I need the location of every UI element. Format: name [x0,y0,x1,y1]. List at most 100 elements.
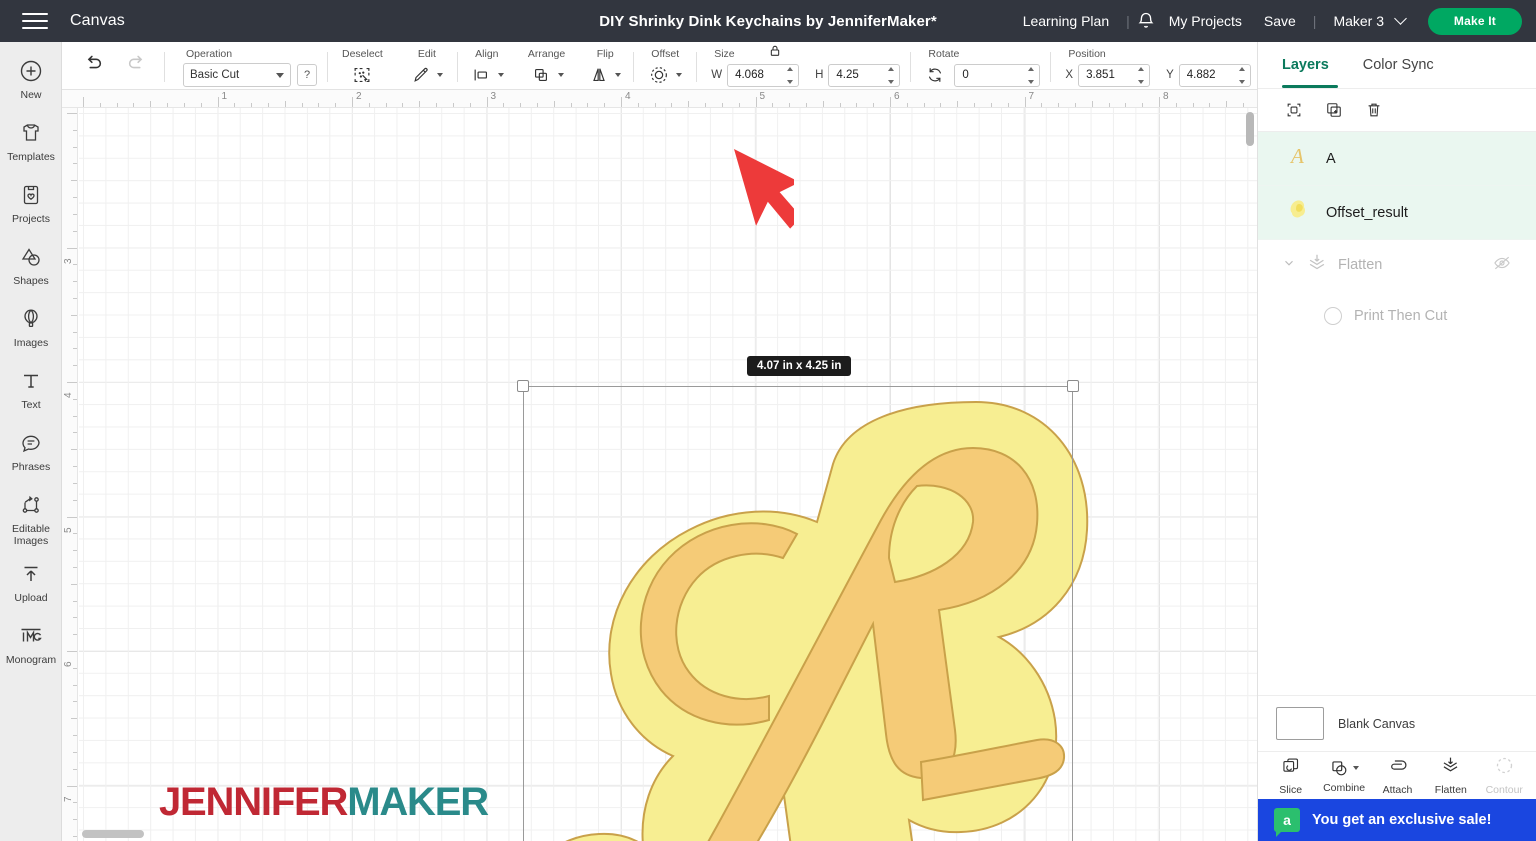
delete-trash-icon[interactable] [1364,100,1384,120]
duplicate-icon[interactable] [1324,100,1344,120]
rail-item-projects[interactable]: Projects [0,174,62,236]
design-canvas[interactable]: 12345678 34567 4.07 in x 4.25 in JENNIFE… [62,90,1257,841]
sale-banner[interactable]: a You get an exclusive sale! [1258,799,1536,841]
horizontal-ruler: 1 2 3 4 5 6 7 8 [62,90,1257,108]
ruler-tick [890,97,891,107]
ruler-tick [284,101,286,107]
learning-plan-link[interactable]: Learning Plan [1012,13,1120,29]
layer-group-flatten[interactable]: Flatten [1258,240,1536,290]
contour-label: Contour [1485,784,1523,796]
chevron-down-icon[interactable] [557,73,564,77]
ruler-tick [73,684,77,686]
rail-item-editable-images[interactable]: Editable Images [0,484,62,553]
tab-layers[interactable]: Layers [1282,42,1329,88]
chevron-down-icon[interactable] [436,73,443,77]
my-projects-link[interactable]: My Projects [1158,13,1253,29]
ruler-tick [1041,103,1043,107]
group-icon[interactable] [1284,100,1304,120]
chevron-down-icon[interactable] [497,73,504,77]
blank-canvas-swatch[interactable] [1276,707,1324,740]
ruler-tick [923,103,925,107]
horizontal-scrollbar[interactable] [82,830,144,838]
layer-name-a: A [1326,150,1336,167]
canvas-grid[interactable]: 4.07 in x 4.25 in JENNIFERMAKER [79,108,1257,841]
operation-help-button[interactable]: ? [297,64,317,86]
ruler-tick [1175,103,1177,107]
rail-label-projects: Projects [12,213,50,225]
flip-icon[interactable] [589,65,609,85]
vertical-scrollbar[interactable] [1246,112,1254,146]
layer-row-a[interactable]: A A [1258,132,1536,186]
notification-bell-icon[interactable] [1136,11,1156,31]
ruler-tick [99,103,101,107]
ruler-tick [73,701,77,703]
ruler-tick [940,103,942,107]
layer-row-offset-result[interactable]: Offset_result [1258,186,1536,240]
slice-button[interactable]: Slice [1265,755,1317,796]
save-button[interactable]: Save [1253,13,1307,29]
blank-canvas-row[interactable]: Blank Canvas [1258,695,1536,751]
chevron-down-icon[interactable] [1353,766,1360,770]
ruler-tick [436,103,438,107]
combine-button[interactable]: Combine [1318,758,1370,794]
operation-value: Basic Cut [190,69,240,81]
ruler-tick [73,768,77,770]
watermark-jennifer: JENNIFER [159,780,348,824]
ruler-tick [503,103,505,107]
rail-item-phrases[interactable]: Phrases [0,422,62,484]
selection-bounding-box [523,386,1073,841]
undo-arrow-icon[interactable] [82,52,104,74]
size-width-field: W [711,63,800,87]
rail-item-text[interactable]: Text [0,360,62,422]
ruler-tick [251,103,253,107]
chevron-down-icon[interactable] [1282,256,1296,275]
machine-selector[interactable]: Maker 3 [1322,12,1415,29]
chevron-down-icon[interactable] [615,73,622,77]
layer-child-print-then-cut[interactable]: Print Then Cut [1258,290,1536,342]
eye-hidden-icon[interactable] [1492,253,1512,278]
y-stepper[interactable] [1238,66,1247,84]
ruler-tick [822,101,824,107]
rail-item-templates[interactable]: Templates [0,112,62,174]
flatten-button[interactable]: Flatten [1425,755,1477,796]
layer-tool-row [1258,88,1536,132]
pencil-icon[interactable] [411,65,431,85]
attach-button[interactable]: Attach [1371,755,1423,796]
position-x-field: X [1065,63,1151,87]
rail-item-images[interactable]: Images [0,298,62,360]
x-stepper[interactable] [1138,66,1146,84]
tab-color-sync[interactable]: Color Sync [1363,42,1434,88]
lock-closed-icon[interactable] [767,43,783,64]
selection-handle-top-left[interactable] [517,380,529,392]
ruler-tick [73,348,77,350]
editable-images-icon [19,492,43,518]
ruler-tick [83,97,84,107]
flatten-icon [1440,755,1461,781]
flip-group: Flip [577,41,633,89]
ruler-tick [67,247,77,249]
selection-handle-top-right[interactable] [1067,380,1079,392]
ruler-tick [974,103,976,107]
hamburger-menu-icon[interactable] [12,0,58,42]
ruler-tick [73,466,77,468]
rail-item-upload[interactable]: Upload [0,553,62,615]
rotate-stepper[interactable] [1028,66,1036,84]
align-icon[interactable] [470,65,492,85]
arrange-icon[interactable] [530,65,552,85]
ruler-tick [73,482,77,484]
svg-text:A: A [1289,144,1304,168]
height-stepper[interactable] [888,66,896,84]
offset-icon[interactable] [648,64,670,86]
make-it-button[interactable]: Make It [1427,7,1522,35]
rotate-icon[interactable] [925,65,945,85]
chevron-down-icon[interactable] [676,73,683,77]
rail-item-monogram[interactable]: Monogram [0,615,62,677]
ruler-tick [234,103,236,107]
operation-select[interactable]: Basic Cut [183,63,291,87]
rail-item-new[interactable]: New [0,50,62,112]
layer-group-label-flatten: Flatten [1338,257,1383,273]
deselect-icon[interactable] [351,64,373,86]
rail-item-shapes[interactable]: Shapes [0,236,62,298]
width-stepper[interactable] [787,66,795,84]
canvas-label[interactable]: Canvas [70,12,125,30]
